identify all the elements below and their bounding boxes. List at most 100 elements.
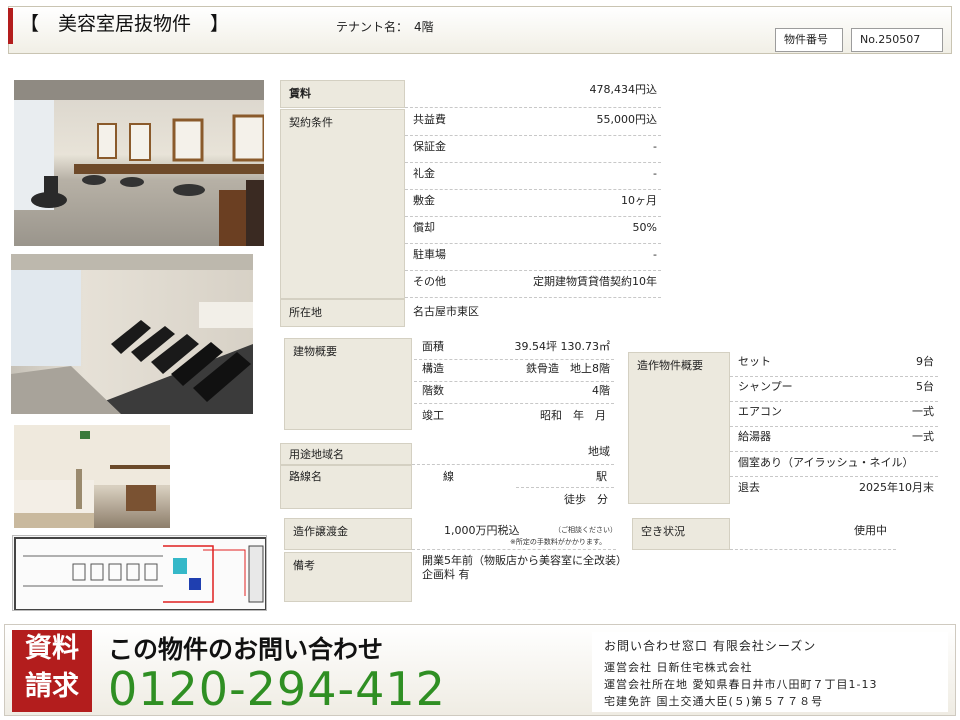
route-walk: 徒歩 分 <box>564 493 608 506</box>
contract-row: 敷金 10ヶ月 <box>405 190 661 217</box>
location-value: 名古屋市東区 <box>413 305 479 318</box>
fixture-key: 個室あり（アイラッシュ・ネイル） <box>738 456 914 469</box>
zoning-row: 地域 <box>412 443 614 465</box>
fixture-value: 一式 <box>912 405 934 418</box>
request-materials-badge[interactable]: 資料 請求 <box>12 630 92 712</box>
company-line: お問い合わせ窓口 有限会社シーズン <box>604 639 817 653</box>
header-accent-bar <box>8 8 13 44</box>
treatment-room-photo <box>14 425 170 528</box>
remarks-label: 備考 <box>284 552 412 602</box>
request-line: 資料 <box>25 633 79 664</box>
transfer-value: 1,000万円税込 <box>444 524 520 537</box>
transfer-note-consult: （ご相談ください） <box>554 526 617 534</box>
company-info: お問い合わせ窓口 有限会社シーズン 運営会社 日新住宅株式会社 運営会社所在地 … <box>592 632 948 712</box>
contract-row: 保証金 - <box>405 136 661 163</box>
contract-row: 礼金 - <box>405 163 661 190</box>
fixture-value: 5台 <box>916 380 934 393</box>
fixtures-label: 造作物件概要 <box>628 352 730 504</box>
building-value: 4階 <box>592 384 610 397</box>
contract-key: 保証金 <box>413 140 446 153</box>
contract-key: 礼金 <box>413 167 435 180</box>
phone-number[interactable]: 0120-294-412 <box>108 664 446 714</box>
fixture-row: エアコン 一式 <box>730 402 938 427</box>
fixture-key: 給湯器 <box>738 430 771 443</box>
fixture-row: シャンプー 5台 <box>730 377 938 402</box>
tenant-label: テナント名： <box>336 20 403 34</box>
transfer-label: 造作譲渡金 <box>284 518 412 550</box>
contract-row: その他 定期建物賃貸借契約10年 <box>405 271 661 298</box>
contract-row: 償却 50% <box>405 217 661 244</box>
request-line: 請求 <box>25 671 79 702</box>
fixture-row: セット 9台 <box>730 352 938 377</box>
contract-key: 償却 <box>413 221 435 234</box>
route-station: 駅 <box>596 470 607 483</box>
contract-value: 55,000円込 <box>596 113 658 126</box>
contract-value: - <box>653 167 657 180</box>
remarks-line: 企画料 有 <box>422 568 470 581</box>
contract-rows: 共益費 55,000円込 保証金 - 礼金 - 敷金 10ヶ月 償却 50% 駐車場 - そ… <box>405 109 661 299</box>
property-no-value: No.250507 <box>851 28 943 52</box>
property-no-label: 物件番号 <box>775 28 843 52</box>
building-row: 面積 39.54坪 130.73㎡ <box>414 338 614 360</box>
contract-row: 駐車場 - <box>405 244 661 271</box>
transfer-note-fee: ※所定の手数料がかかります。 <box>510 538 607 546</box>
remarks-text: 開業5年前（物販店から美容室に全改装） 企画料 有 <box>422 554 627 582</box>
transfer-row: 1,000万円税込 （ご相談ください） ※所定の手数料がかかります。 <box>412 518 617 550</box>
zoning-label: 用途地域名 <box>280 443 412 465</box>
fixture-key: 退去 <box>738 481 760 494</box>
building-value: 39.54坪 130.73㎡ <box>514 340 610 353</box>
vacancy-value: 使用中 <box>854 524 887 537</box>
inquiry-title: この物件のお問い合わせ <box>108 635 384 664</box>
building-value: 鉄骨造 地上8階 <box>526 362 610 375</box>
fixture-row: 退去 2025年10月末 <box>730 477 938 502</box>
building-key: 面積 <box>422 340 444 353</box>
contract-value: - <box>653 248 657 261</box>
tenant-value: 4階 <box>414 20 434 34</box>
rent-label: 賃料 <box>280 80 405 108</box>
fixture-value: 9台 <box>916 355 934 368</box>
building-row: 竣工 昭和 年 月 <box>414 405 614 427</box>
building-key: 構造 <box>422 362 444 375</box>
zoning-value: 地域 <box>588 445 610 458</box>
building-row: 階数 4階 <box>414 382 614 404</box>
contract-key: 敷金 <box>413 194 435 207</box>
route-divider <box>516 487 614 488</box>
fixture-value: 一式 <box>912 430 934 443</box>
tenant-name: テナント名： 4階 <box>336 18 434 35</box>
rent-row: 478,434円込 <box>405 80 661 108</box>
company-line: 運営会社 日新住宅株式会社 <box>604 661 753 674</box>
fixture-key: シャンプー <box>738 380 793 393</box>
company-line: 宅建免許 国土交通大臣(５)第５７７８号 <box>604 695 824 708</box>
contract-label: 契約条件 <box>280 109 405 299</box>
contract-value: 10ヶ月 <box>621 194 657 207</box>
floor-plan-image <box>12 535 267 611</box>
contract-value: - <box>653 140 657 153</box>
fixture-key: エアコン <box>738 405 782 418</box>
remarks-line: 開業5年前（物販店から美容室に全改装） <box>422 554 627 567</box>
vacancy-label: 空き状況 <box>632 518 730 550</box>
contract-value: 定期建物賃貸借契約10年 <box>533 275 657 288</box>
rent-value: 478,434円込 <box>589 83 658 96</box>
contract-value: 50% <box>632 221 657 234</box>
building-key: 竣工 <box>422 409 444 422</box>
building-row: 構造 鉄骨造 地上8階 <box>414 360 614 382</box>
company-line: 運営会社所在地 愛知県春日井市八田町７丁目1-13 <box>604 678 878 691</box>
contract-key: 共益費 <box>413 113 446 126</box>
vacancy-row: 使用中 <box>730 518 896 550</box>
location-label: 所在地 <box>280 299 405 327</box>
building-value: 昭和 年 月 <box>540 409 606 422</box>
fixture-row: 個室あり（アイラッシュ・ネイル） <box>730 452 938 477</box>
contract-row: 共益費 55,000円込 <box>405 109 661 136</box>
fixture-row: 給湯器 一式 <box>730 427 938 452</box>
contract-key: その他 <box>413 275 446 288</box>
salon-interior-photo <box>14 80 264 246</box>
shampoo-area-photo <box>11 254 253 414</box>
route-line: 線 <box>443 470 454 483</box>
page-title: 【 美容室居抜物件 】 <box>20 13 230 35</box>
fixture-value: 2025年10月末 <box>859 481 934 494</box>
building-key: 階数 <box>422 384 444 397</box>
route-label: 路線名 <box>280 465 412 509</box>
fixture-key: セット <box>738 355 771 368</box>
building-label: 建物概要 <box>284 338 412 430</box>
contract-key: 駐車場 <box>413 248 446 261</box>
